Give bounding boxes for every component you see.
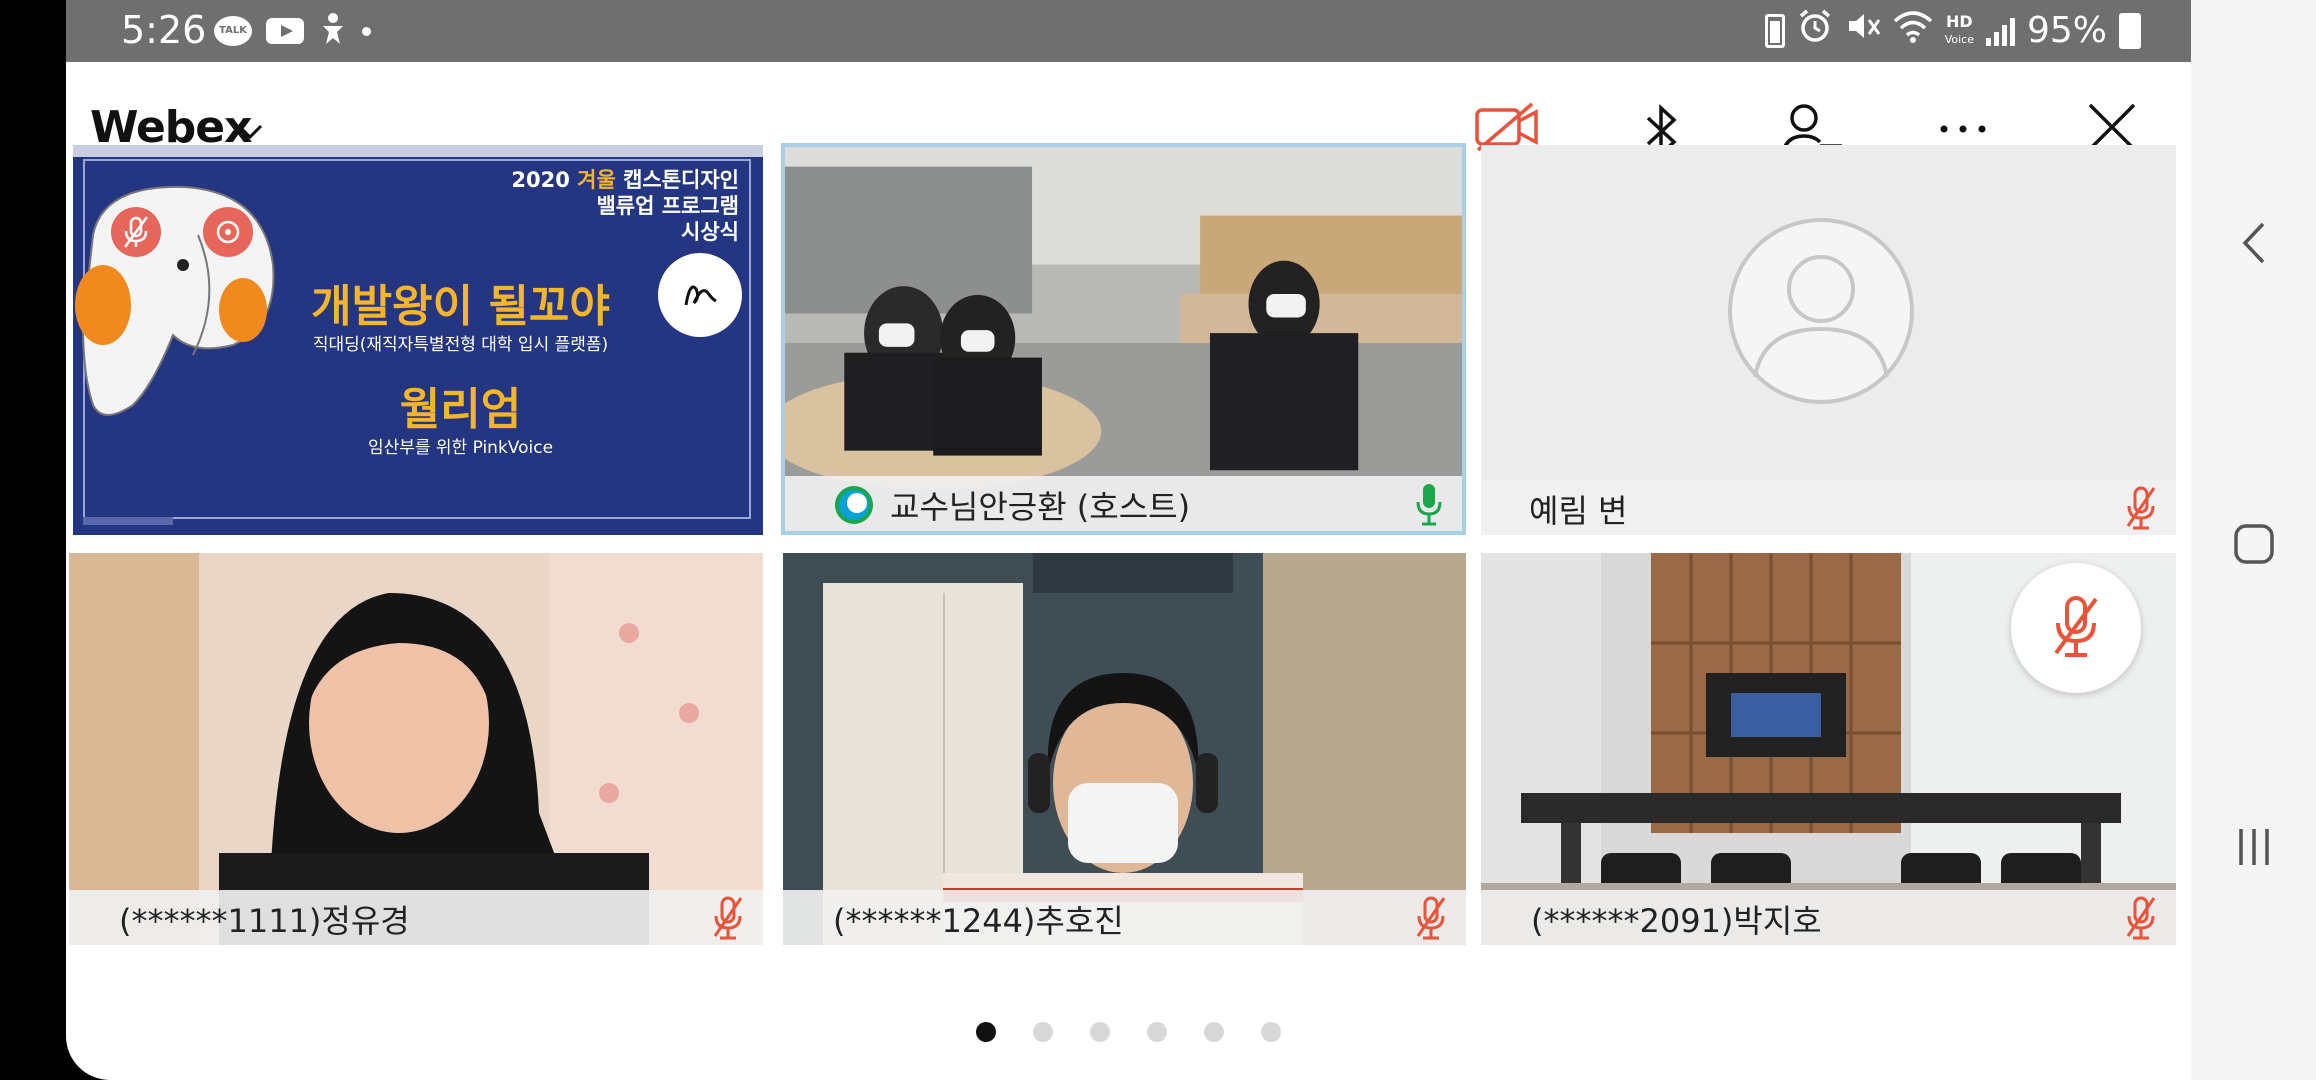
participant-video-feed [69, 553, 763, 945]
host-video-feed [785, 147, 1462, 531]
slide-title: 2020 겨울 캡스톤디자인 밸류업 프로그램 시상식 [511, 167, 739, 245]
notification-dot-icon [362, 26, 371, 36]
annotate-button[interactable] [658, 253, 742, 337]
award1-title: 개발왕이 될꼬야 [311, 281, 610, 332]
page-dot-3[interactable] [1090, 1022, 1110, 1042]
slide-line3: 시상식 [681, 220, 739, 244]
recent-apps-icon[interactable] [2235, 826, 2273, 868]
participant-label-bar: (******2091)박지호 [1481, 890, 2176, 945]
participant-label-bar: 예림 변 [1481, 480, 2176, 535]
meeting-header: Webex [66, 62, 2191, 160]
award2-title: 월리엄 [399, 384, 522, 435]
slide-course: 캡스톤디자인 [615, 168, 739, 192]
voice-label: Voice [1944, 32, 1974, 46]
participant-name: (******1111)정유경 [119, 902, 410, 940]
kakaotalk-icon: TALK [214, 16, 252, 46]
participant-label-bar: (******1111)정유경 [69, 890, 763, 945]
award2-subtitle: 임산부를 위한 PinkVoice [367, 438, 554, 458]
award1-subtitle: 직대딩(재직자특별전형 대학 입시 플랫폼) [312, 335, 609, 355]
mic-off-icon[interactable] [2124, 486, 2158, 530]
participant-tile-avatar[interactable]: 예림 변 [1481, 145, 2176, 535]
participant-name: 예림 변 [1529, 492, 1628, 530]
status-time: 5:26 [121, 8, 207, 52]
avatar-icon [1728, 218, 1914, 404]
webex-logo-icon [835, 486, 873, 524]
slide-controls [83, 517, 173, 525]
webex-meeting-screen: 5:26 TALK HD Voice 95% Webex 2020 겨울 캡스톤… [66, 0, 2191, 1080]
accessibility-icon [318, 12, 348, 50]
hd-voice-indicator: HD Voice [1944, 11, 1974, 48]
participant-name: (******1244)추호진 [833, 902, 1124, 940]
back-icon[interactable] [2239, 220, 2267, 266]
hd-label: HD [1946, 11, 1973, 31]
shared-content-tile[interactable]: 2020 겨울 캡스톤디자인 밸류업 프로그램 시상식 개발왕이 될꼬야 직대딩… [73, 145, 763, 535]
pen-icon [684, 285, 717, 306]
participant-tile-host[interactable]: 교수님안긍환 (호스트) [781, 143, 1466, 535]
participant-tile-jeong[interactable]: (******1111)정유경 [69, 553, 763, 945]
home-icon[interactable] [2233, 523, 2275, 565]
battery-percent: 95% [2026, 10, 2107, 51]
battery-icon [2119, 12, 2141, 49]
mic-off-icon[interactable] [1414, 896, 1448, 940]
wifi-icon [1893, 9, 1933, 52]
page-dot-5[interactable] [1204, 1022, 1224, 1042]
battery-saver-icon [1764, 13, 1785, 48]
page-dot-1[interactable] [976, 1022, 996, 1042]
more-icon[interactable] [1938, 122, 1988, 136]
slide-year: 2020 [511, 168, 578, 192]
participant-label-bar: (******1244)추호진 [783, 890, 1466, 945]
page-dot-6[interactable] [1261, 1022, 1281, 1042]
share-icon [216, 220, 240, 244]
mute-toggle-button[interactable] [2011, 563, 2141, 693]
mic-off-icon[interactable] [711, 896, 745, 940]
participant-video-feed [783, 553, 1466, 945]
youtube-icon [266, 18, 304, 44]
participant-tile-park[interactable]: (******2091)박지호 [1481, 553, 2176, 945]
participant-label-bar: 교수님안긍환 (호스트) [785, 476, 1462, 531]
participant-name: (******2091)박지호 [1531, 902, 1822, 940]
mic-off-icon [2054, 596, 2098, 657]
participant-tile-chu[interactable]: (******1244)추호진 [783, 553, 1466, 945]
mic-off-icon [123, 216, 149, 248]
slide-line2: 밸류업 프로그램 [596, 194, 739, 218]
mic-on-icon[interactable] [1414, 482, 1444, 526]
system-navigation-bar [2191, 0, 2316, 1080]
page-dot-2[interactable] [1033, 1022, 1053, 1042]
alarm-icon [1797, 8, 1833, 53]
participant-name: 교수님안긍환 (호스트) [890, 488, 1191, 526]
slide-season: 겨울 [577, 168, 616, 192]
signal-icon [1985, 16, 2015, 46]
page-dot-4[interactable] [1147, 1022, 1167, 1042]
page-indicator [66, 1022, 2191, 1052]
status-bar: 5:26 TALK HD Voice 95% [66, 0, 2191, 62]
mic-off-icon[interactable] [2124, 896, 2158, 940]
chevron-down-icon[interactable] [236, 122, 264, 142]
mute-sound-icon [1845, 8, 1881, 53]
